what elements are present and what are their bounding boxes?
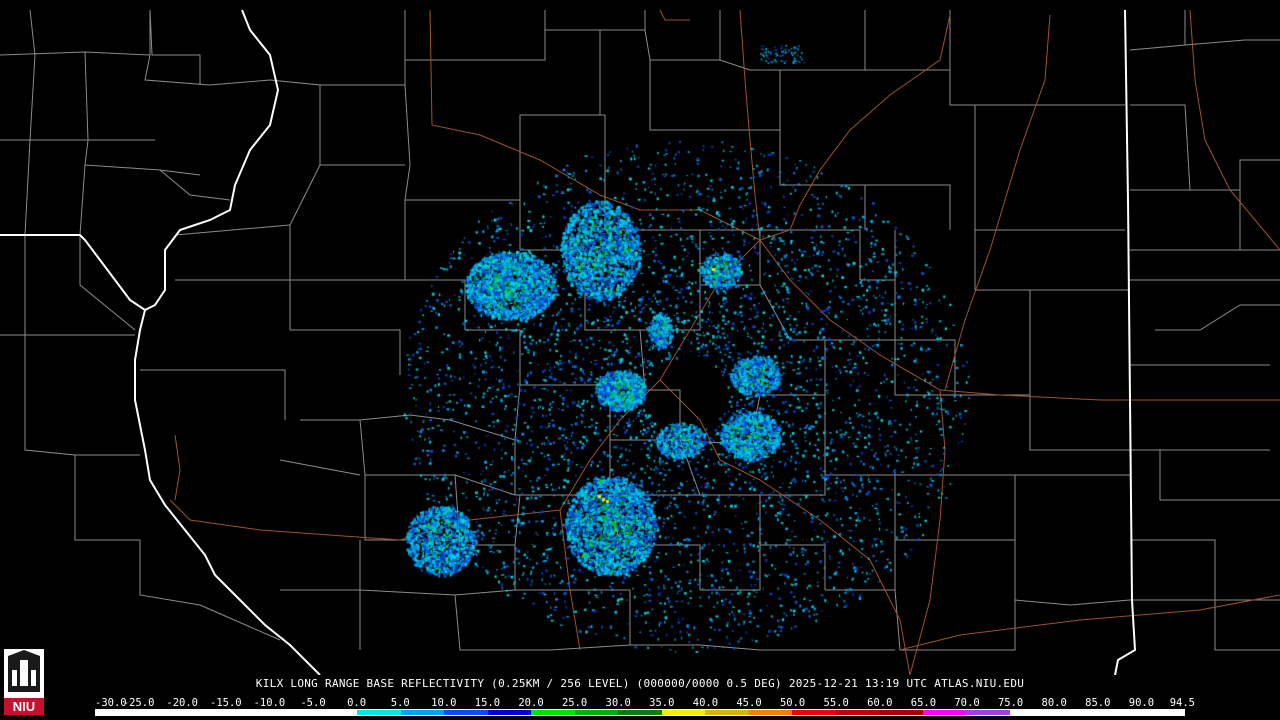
scale-tick-label: 10.0 [431,697,457,709]
scale-color-segment [835,710,880,715]
scale-color-segment [226,710,271,715]
scale-color-segment [574,710,619,715]
scale-tick-label: 65.0 [910,697,937,709]
radar-reflectivity-echoes [0,0,1280,675]
scale-tick-label: 20.0 [518,697,544,709]
scale-tick-label: 45.0 [736,697,762,709]
scale-tick-label: 50.0 [779,697,806,709]
scale-color-segment [792,710,836,715]
scale-tick-label: 5.0 [390,697,410,709]
scale-color-segment [487,710,532,715]
product-caption: KILX LONG RANGE BASE REFLECTIVITY (0.25K… [255,677,1025,690]
scale-color-segment [879,710,923,715]
niu-tower-logo-icon: NIU [4,649,44,715]
scale-tick-label: 40.0 [692,697,719,709]
scale-color-segment [618,710,662,715]
scale-color-segment [96,710,140,715]
scale-tick-label: 60.0 [867,697,893,709]
scale-color-segment [357,710,401,715]
scale-color-segment [444,710,488,715]
scale-tick-label: -10.0 [253,697,286,709]
scale-tick-label: 90.0 [1128,697,1155,709]
logo-text: NIU [13,699,35,714]
scale-tick-label: 55.0 [823,697,849,709]
color-scale-bar [95,709,1185,716]
scale-tick-label: -20.0 [166,697,198,709]
scale-tick-label: 70.0 [954,697,980,709]
scale-color-segment [661,710,706,715]
scale-color-segment [966,710,1010,715]
scale-tick-label: 85.0 [1085,697,1111,709]
scale-color-segment [1096,710,1141,715]
scale-color-segment [1140,710,1184,715]
scale-tick-label: 80.0 [1041,697,1067,709]
radar-map: KILX LONG RANGE BASE REFLECTIVITY (0.25K… [0,0,1280,720]
scale-color-segment [1053,710,1097,715]
scale-tick-label: 94.5 [1169,697,1195,709]
scale-color-segment [705,710,749,715]
scale-tick-label: 15.0 [474,697,501,709]
scale-color-segment [748,710,793,715]
scale-color-segment [313,710,358,715]
color-scale-labels: -30.0 -25.0 -20.0 -15.0 -10.0 -5.0 0.0 5.0 10.0 1… [95,697,1195,709]
scale-tick-label: 0.0 [347,697,367,709]
scale-color-segment [270,710,314,715]
scale-color-segment [922,710,967,715]
scale-color-segment [139,710,184,715]
scale-color-segment [183,710,227,715]
scale-tick-label: 75.0 [997,697,1024,709]
scale-tick-label: 25.0 [561,697,588,709]
scale-color-segment [400,710,445,715]
scale-tick-label: 35.0 [649,697,675,709]
scale-color-segment [531,710,575,715]
scale-tick-label: 30.0 [605,697,631,709]
scale-tick-label: -25.0 [122,697,155,709]
scale-color-segment [1009,710,1054,715]
scale-tick-label: -15.0 [209,697,242,709]
scale-tick-label: -5.0 [300,697,326,709]
